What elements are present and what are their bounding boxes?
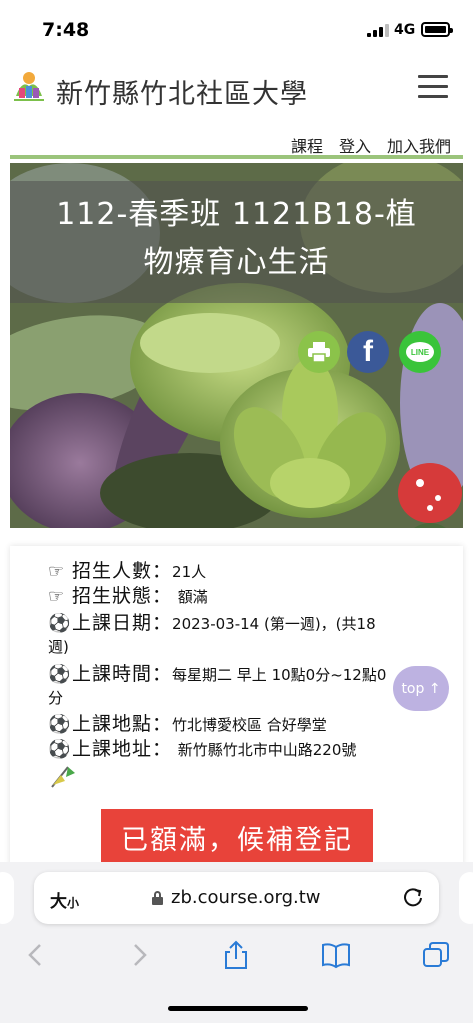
print-icon [308, 342, 330, 363]
url-display[interactable]: zb.course.org.tw [152, 887, 321, 908]
network-label: 4G [394, 22, 416, 38]
waitlist-register-button[interactable]: 已額滿，候補登記 [101, 809, 373, 866]
enroll-status-row: ☞ 招生狀態： 額滿 [48, 585, 208, 607]
browser-toolbar: 大小 zb.course.org.tw [0, 862, 473, 1023]
soccer-ball-icon: ⚽ [48, 664, 71, 685]
next-tab-edge[interactable] [459, 872, 473, 924]
site-logo[interactable] [10, 68, 48, 108]
course-title: 112-春季班 1121B18-植 物療育心生活 [56, 197, 417, 280]
facebook-icon: f [363, 335, 373, 368]
enroll-count-row: ☞ 招生人數：21人 [48, 560, 207, 582]
back-to-top-button[interactable]: top ↑ [393, 666, 449, 711]
lock-icon [152, 890, 163, 905]
pointing-hand-icon: ☞ [48, 561, 65, 582]
map-flag-icon[interactable] [48, 763, 76, 789]
nav-login[interactable]: 登入 [339, 133, 371, 157]
pointing-hand-icon: ☞ [48, 586, 65, 607]
soccer-ball-icon: ⚽ [48, 714, 71, 735]
address-row: ⚽上課地址： 新竹縣竹北市中山路220號 [48, 738, 357, 760]
previous-tab-edge[interactable] [0, 872, 14, 924]
tabs-icon[interactable] [421, 940, 451, 970]
hamburger-menu-icon[interactable] [418, 75, 448, 98]
forward-icon[interactable] [123, 940, 153, 970]
line-share-button[interactable]: LINE [399, 331, 441, 373]
reload-icon[interactable] [402, 886, 424, 908]
location-row: ⚽上課地點：竹北博愛校區 合好學堂 [48, 713, 327, 735]
line-icon: LINE [406, 342, 434, 362]
soccer-ball-icon: ⚽ [48, 739, 71, 760]
soccer-ball-icon: ⚽ [48, 613, 71, 634]
class-time-wrap: 分 [48, 689, 64, 707]
divider [10, 155, 463, 159]
bookmarks-icon[interactable] [321, 940, 351, 970]
class-date-row: ⚽上課日期：2023-03-14 (第一週)，(共18 [48, 612, 376, 634]
text-size-button[interactable]: 大小 [50, 887, 79, 912]
print-button[interactable] [298, 331, 340, 373]
nav-join-us[interactable]: 加入我們 [387, 133, 451, 157]
status-time: 7:48 [42, 19, 90, 41]
nav-courses[interactable]: 課程 [291, 133, 323, 157]
class-date-wrap: 週) [48, 638, 69, 656]
top-nav: 課程 登入 加入我們 [291, 133, 451, 157]
facebook-share-button[interactable]: f [347, 331, 389, 373]
battery-icon [421, 22, 453, 37]
status-bar: 7:48 4G [0, 0, 473, 60]
logo-icon [14, 72, 44, 101]
site-header: 新竹縣竹北社區大學 [0, 60, 473, 122]
course-hero-image: 112-春季班 1121B18-植 物療育心生活 f LINE [10, 163, 463, 528]
address-bar[interactable]: 大小 zb.course.org.tw [34, 872, 439, 924]
home-indicator [168, 1006, 308, 1011]
signal-icon [367, 24, 389, 37]
class-time-row: ⚽上課時間：每星期二 早上 10點0分~12點0 [48, 663, 387, 685]
site-title[interactable]: 新竹縣竹北社區大學 [56, 72, 308, 111]
course-info-card: ☞ 招生人數：21人 ☞ 招生狀態： 額滿 ⚽上課日期：2023-03-14 (第一… [10, 546, 463, 866]
share-icon[interactable] [221, 940, 251, 970]
back-icon[interactable] [22, 940, 52, 970]
